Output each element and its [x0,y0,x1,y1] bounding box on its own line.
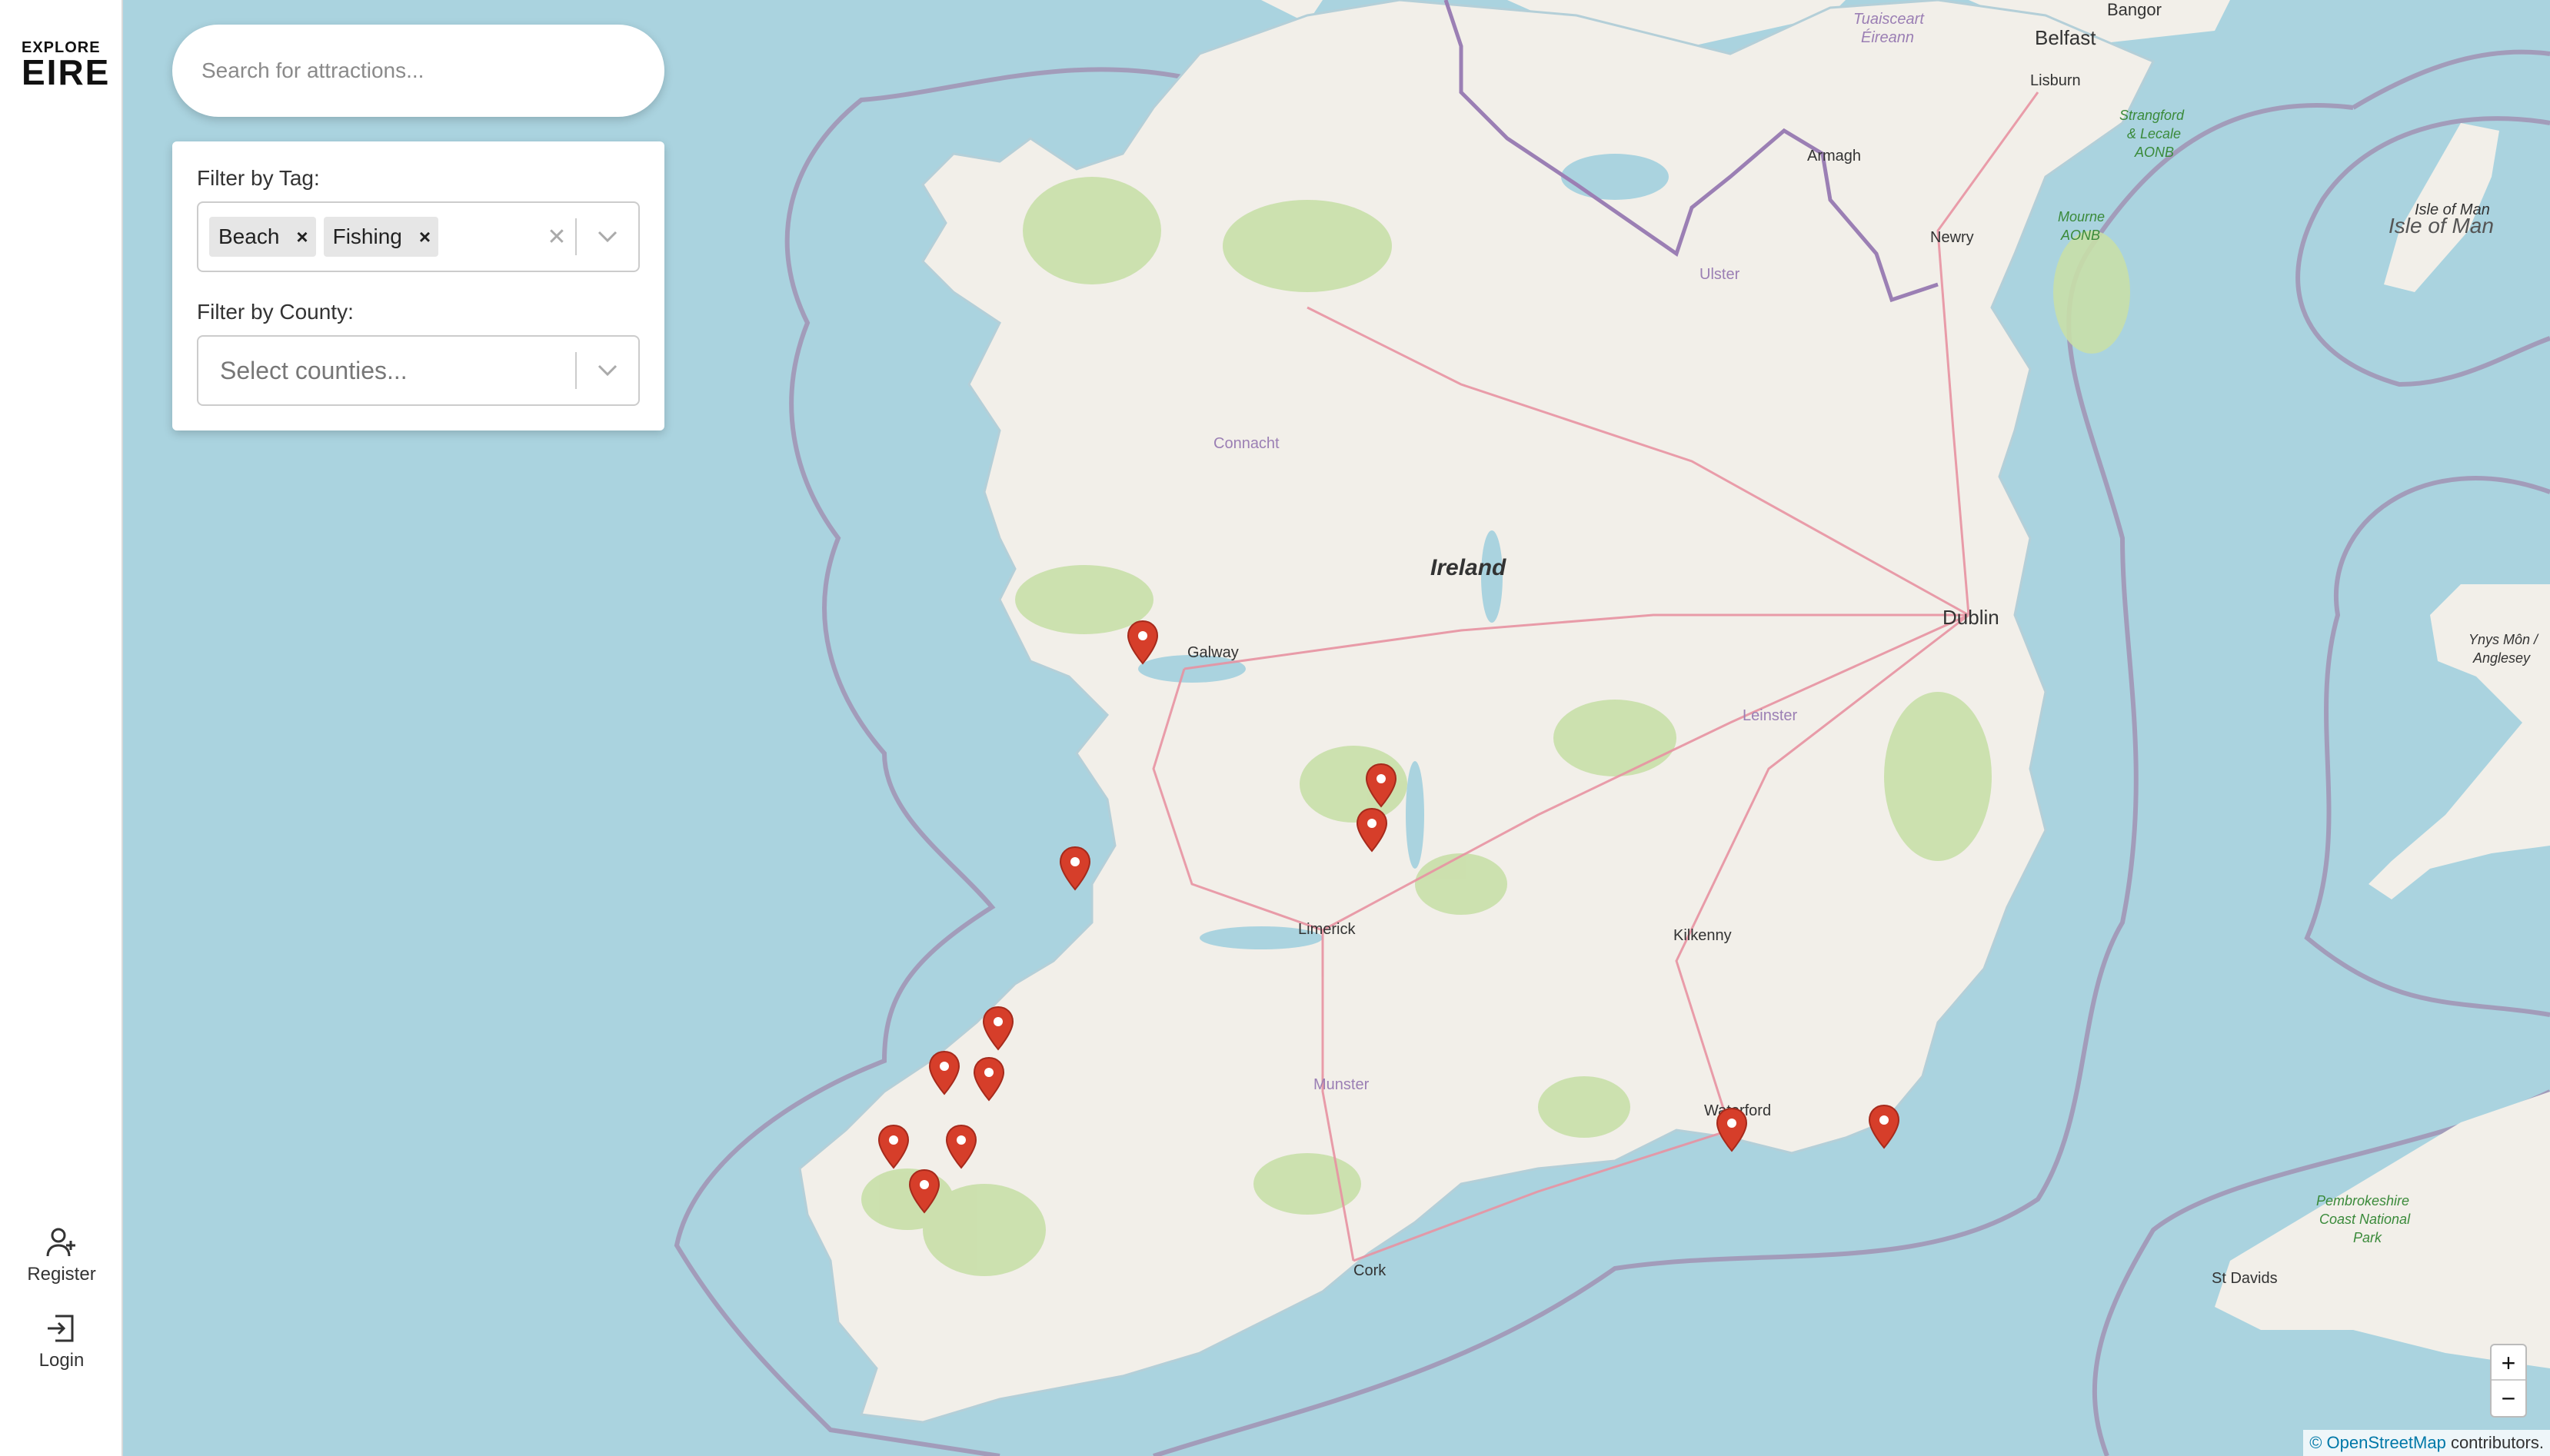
zoom-out-button[interactable]: − [2492,1381,2525,1416]
label-munster: Munster [1313,1076,1370,1093]
zoom-in-button[interactable]: + [2492,1345,2525,1381]
register-button[interactable]: Register [0,1225,123,1285]
label-leinster: Leinster [1743,707,1798,724]
label-strangford-2: & Lecale [2127,126,2182,141]
tag-chip-beach: Beach × [209,217,316,257]
map-marker-icon[interactable] [1355,807,1389,853]
tag-chip-fishing: Fishing × [323,217,439,257]
zoom-control: + − [2490,1344,2527,1418]
tag-filter-label: Filter by Tag: [197,166,320,190]
map-marker-icon[interactable] [1058,846,1092,892]
label-kilkenny: Kilkenny [1673,927,1732,944]
label-limerick: Limerick [1298,921,1356,938]
label-pembrokeshire-2: Coast National [2319,1212,2411,1227]
county-filter-label: Filter by County: [197,300,354,324]
map-marker-icon[interactable] [972,1056,1006,1102]
label-pembrokeshire-1: Pembrokeshire [2316,1193,2410,1208]
label-belfast: Belfast [2035,26,2096,49]
label-mourne-1: Mourne [2058,209,2106,224]
login-label: Login [38,1350,85,1371]
sidebar: EXPLORE EIRE Register Login [0,0,123,1456]
label-connacht: Connacht [1213,435,1280,452]
register-label: Register [27,1264,96,1285]
login-button[interactable]: Login [0,1311,123,1371]
tag-chip-label: Beach [218,224,280,248]
label-newry: Newry [1930,229,1974,246]
tag-filter-select[interactable]: Beach × Fishing × ✕ [197,201,640,272]
label-tuaisceart-1: Tuaisceart [1853,11,1924,28]
login-icon [48,1315,74,1342]
map-marker-icon[interactable] [1364,763,1398,809]
label-isle-of-man: Isle of Man [2389,214,2494,238]
select-indicators [575,337,638,404]
search-bar [172,25,664,117]
label-cork: Cork [1353,1262,1387,1279]
label-lisburn: Lisburn [2030,72,2081,89]
map-marker-icon[interactable] [981,1006,1015,1052]
select-indicators: ✕ [538,203,638,271]
tag-chip-label: Fishing [332,224,402,248]
map-marker-icon[interactable] [927,1050,961,1096]
county-filter-select[interactable]: Select counties... [197,335,640,406]
map-marker-icon[interactable] [1867,1104,1901,1150]
label-strangford-3: AONB [2135,145,2175,160]
brand-logo[interactable]: EXPLORE EIRE [22,40,111,92]
add-user-icon [46,1228,75,1257]
label-strangford-1: Strangford [2119,108,2185,123]
remove-tag-icon[interactable]: × [288,225,315,249]
chevron-down-icon[interactable] [577,364,638,377]
label-anglesey-1: Ynys Môn / [2468,632,2538,647]
map-marker-icon[interactable] [907,1168,941,1215]
label-bangor: Bangor [2107,0,2162,19]
search-input[interactable] [172,25,664,117]
label-mourne-2: AONB [2061,228,2101,243]
map-marker-icon[interactable] [1126,620,1160,666]
openstreetmap-link[interactable]: © OpenStreetMap [2309,1433,2446,1452]
clear-icon[interactable]: ✕ [538,224,575,251]
filter-panel: Filter by Tag: Beach × Fishing × ✕ Filte… [172,141,664,430]
label-st-davids: St Davids [2212,1270,2278,1287]
label-anglesey-2: Anglesey [2473,650,2531,666]
label-armagh: Armagh [1807,148,1862,165]
map-attribution: © OpenStreetMap contributors. [2303,1430,2550,1456]
label-tuaisceart-2: Éireann [1861,29,1914,46]
remove-tag-icon[interactable]: × [411,225,438,249]
county-placeholder: Select counties... [220,356,408,384]
map-marker-icon[interactable] [1715,1107,1749,1153]
chevron-down-icon[interactable] [577,230,638,244]
brand-line2: EIRE [22,52,111,92]
attribution-suffix: contributors. [2445,1433,2544,1452]
label-dublin: Dublin [1942,606,1999,629]
label-ireland: Ireland [1430,555,1506,580]
map-marker-icon[interactable] [877,1124,910,1170]
label-pembrokeshire-3: Park [2353,1230,2382,1245]
label-galway: Galway [1187,644,1239,661]
map-marker-icon[interactable] [944,1124,978,1170]
label-ulster: Ulster [1699,266,1740,283]
